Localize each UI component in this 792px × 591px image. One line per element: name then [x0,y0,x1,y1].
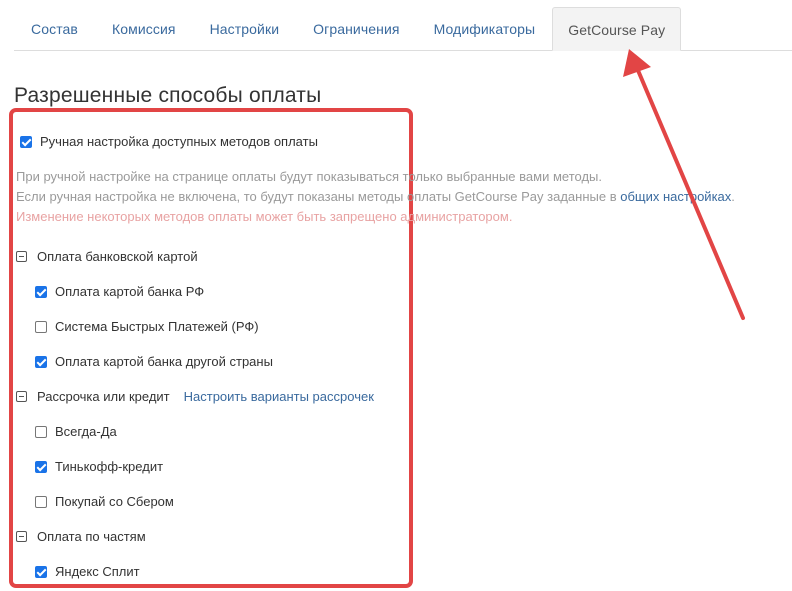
annotation-arrow-icon [623,49,745,320]
